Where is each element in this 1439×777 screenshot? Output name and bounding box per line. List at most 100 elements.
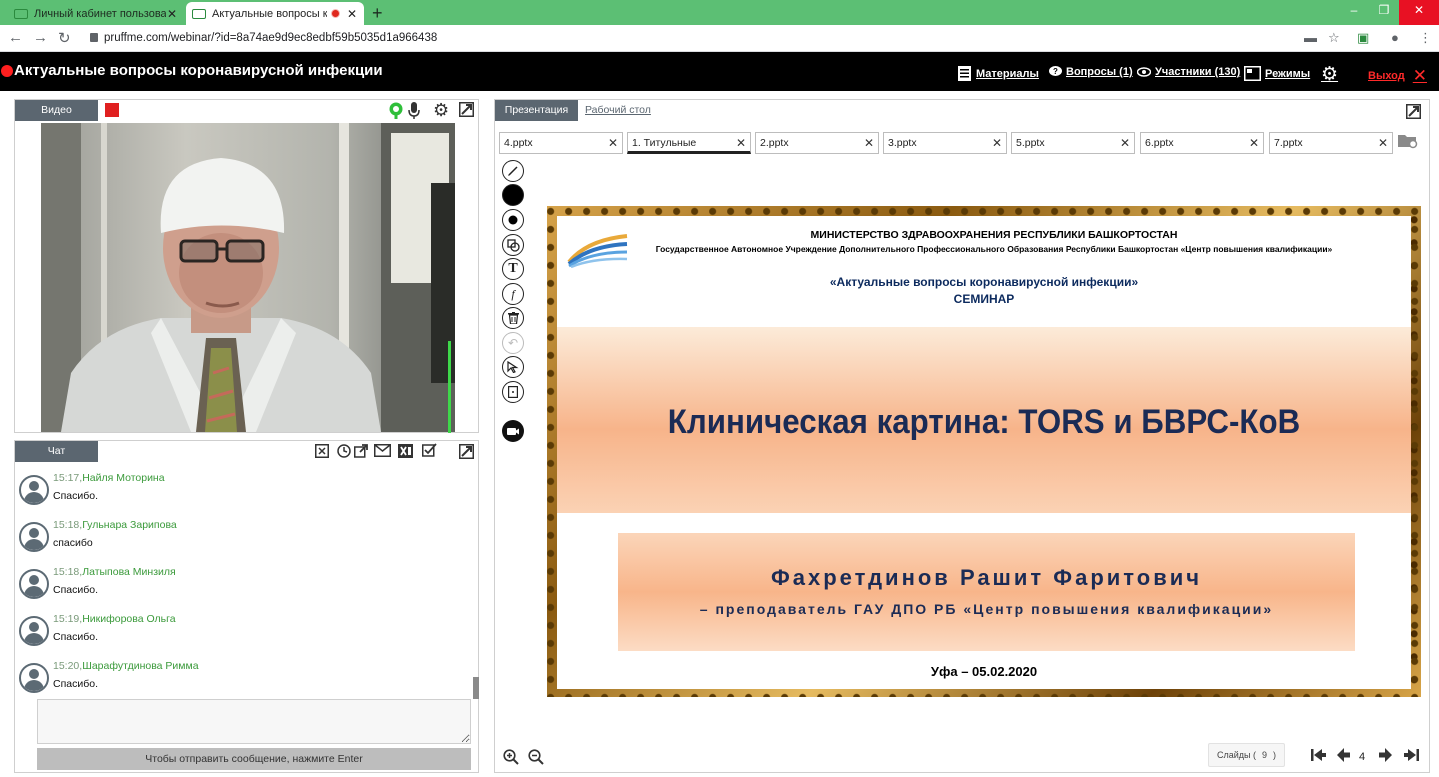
text-icon[interactable]: T: [502, 258, 524, 280]
message-author[interactable]: Найля Моторина: [82, 472, 164, 484]
record-stop-button[interactable]: [105, 103, 119, 117]
star-icon[interactable]: ☆: [1328, 30, 1340, 46]
clock-icon[interactable]: [337, 444, 351, 458]
file-tab[interactable]: 4.pptx ✕: [499, 132, 623, 154]
slide-ministry: МИНИСТЕРСТВО ЗДРАВООХРАНЕНИЯ РЕСПУБЛИКИ …: [810, 229, 1178, 241]
file-tab-selected[interactable]: 1. Титульные ✕: [627, 132, 751, 154]
trash-icon[interactable]: [502, 307, 524, 329]
minimize-icon[interactable]: –: [1339, 0, 1369, 25]
settings-button[interactable]: ⚙: [1321, 63, 1338, 86]
lock-icon: [90, 33, 98, 42]
checklist-icon[interactable]: [422, 443, 437, 458]
browser-tab[interactable]: Личный кабинет пользователя ✕: [8, 2, 184, 25]
menu-icon[interactable]: ⋮: [1419, 30, 1432, 46]
camera-indicator-icon[interactable]: ▬: [1304, 30, 1317, 45]
undo-icon[interactable]: ↶: [502, 332, 524, 354]
formula-icon[interactable]: f: [502, 283, 524, 305]
brush-size-icon[interactable]: [502, 209, 524, 231]
document-icon: [957, 66, 972, 81]
webinar-title: Актуальные вопросы коронавирусной инфекц…: [14, 62, 383, 79]
message-author[interactable]: Никифорова Ольга: [82, 613, 175, 625]
back-icon[interactable]: ←: [8, 29, 23, 46]
camera-status-icon[interactable]: [389, 102, 403, 119]
envelope-icon[interactable]: [374, 444, 391, 457]
pointer-icon[interactable]: [502, 356, 524, 378]
zoom-out-icon[interactable]: [528, 749, 544, 765]
presentation-panel: Презентация Рабочий стол 4.pptx ✕ 1. Титу…: [494, 99, 1430, 773]
file-tab[interactable]: 2.pptx ✕: [755, 132, 879, 154]
file-tab[interactable]: 6.pptx ✕: [1140, 132, 1264, 154]
forward-icon[interactable]: →: [33, 29, 48, 46]
close-icon[interactable]: ✕: [736, 136, 746, 150]
questions-button[interactable]: ? Вопросы (1): [1049, 66, 1133, 78]
message-time: 15:18,: [53, 566, 83, 578]
chat-message: 15:19,Никифорова Ольга Спасибо.: [15, 608, 470, 655]
file-tab[interactable]: 3.pptx ✕: [883, 132, 1007, 154]
first-slide-icon[interactable]: [1311, 748, 1326, 762]
chat-tab[interactable]: Чат: [15, 441, 98, 462]
chat-message: 15:18,Латыпова Минзиля Спасибо.: [15, 561, 470, 608]
url-field[interactable]: pruffme.com/webinar/?id=8a74ae9d9ec8edbf…: [90, 32, 437, 44]
browser-tab-active[interactable]: Актуальные вопросы корон ✕: [186, 2, 364, 25]
expand-icon[interactable]: [1406, 104, 1421, 119]
slides-counter[interactable]: Слайды (9): [1208, 743, 1286, 767]
participants-button[interactable]: Участники (130): [1137, 66, 1240, 78]
file-tab-label: 6.pptx: [1145, 137, 1174, 149]
close-icon[interactable]: ✕: [1378, 136, 1388, 150]
message-text: Спасибо.: [53, 490, 98, 502]
message-author[interactable]: Гульнара Зарипова: [82, 519, 177, 531]
message-time: 15:19,: [53, 613, 83, 625]
recording-icon: [331, 9, 340, 18]
close-icon[interactable]: ✕: [1120, 136, 1130, 150]
exit-button[interactable]: Выход ✕: [1368, 66, 1427, 86]
folder-settings-icon[interactable]: [1398, 133, 1418, 149]
restore-icon[interactable]: ❐: [1369, 0, 1399, 25]
clear-chat-icon[interactable]: [315, 444, 329, 458]
color-icon[interactable]: [502, 184, 524, 206]
message-author[interactable]: Шарафутдинова Римма: [82, 660, 198, 672]
browser-tab-title: Актуальные вопросы корон: [212, 7, 327, 20]
gear-icon[interactable]: ⚙: [433, 101, 449, 119]
last-slide-icon[interactable]: [1404, 748, 1419, 762]
close-window-icon[interactable]: ✕: [1399, 0, 1439, 25]
video-tab[interactable]: Видео: [15, 100, 98, 121]
camera-icon[interactable]: [502, 420, 524, 442]
file-tab[interactable]: 7.pptx ✕: [1269, 132, 1393, 154]
gear-icon: ⚙: [1321, 64, 1339, 85]
zoom-in-icon[interactable]: [503, 749, 519, 765]
chat-scrollbar[interactable]: [473, 677, 479, 699]
shapes-icon[interactable]: [502, 234, 524, 256]
modes-button[interactable]: Режимы: [1244, 66, 1310, 81]
chat-input[interactable]: [37, 699, 471, 744]
expand-icon[interactable]: [459, 102, 474, 117]
tab-desktop[interactable]: Рабочий стол: [585, 104, 651, 116]
excel-export-icon[interactable]: [398, 444, 413, 458]
tab-presentation[interactable]: Презентация: [495, 100, 578, 121]
close-icon[interactable]: ✕: [992, 136, 1002, 150]
send-hint-button[interactable]: Чтобы отправить сообщение, нажмите Enter: [37, 748, 471, 770]
pen-icon[interactable]: [502, 160, 524, 182]
close-icon[interactable]: ✕: [608, 136, 618, 150]
prev-slide-icon[interactable]: [1337, 748, 1350, 762]
file-tab[interactable]: 5.pptx ✕: [1011, 132, 1135, 154]
next-slide-icon[interactable]: [1379, 748, 1392, 762]
chat-message-list: 15:17,Найля Моторина Спасибо. 15:18,Гуль…: [15, 467, 475, 697]
close-icon[interactable]: ✕: [864, 136, 874, 150]
message-author[interactable]: Латыпова Минзиля: [82, 566, 176, 578]
close-icon[interactable]: ✕: [1249, 136, 1259, 150]
materials-button[interactable]: Материалы: [957, 66, 1039, 81]
slide-author: Фахретдинов Рашит Фаритович: [770, 565, 1203, 590]
file-tab-label: 2.pptx: [760, 137, 789, 149]
external-link-icon[interactable]: [354, 444, 368, 458]
reload-icon[interactable]: ↻: [58, 29, 71, 47]
close-icon[interactable]: ✕: [166, 7, 178, 21]
new-tab-button[interactable]: +: [372, 3, 383, 24]
close-icon[interactable]: ✕: [346, 7, 358, 21]
avatar: [19, 569, 49, 599]
extension-icon[interactable]: ▣: [1357, 30, 1369, 46]
page-icon[interactable]: [502, 381, 524, 403]
microphone-icon[interactable]: [408, 102, 420, 119]
slide-title: Клиническая картина: TORS и БВРС-КоВ: [667, 403, 1301, 441]
expand-icon[interactable]: [459, 444, 474, 459]
profile-icon[interactable]: ●: [1391, 30, 1399, 45]
